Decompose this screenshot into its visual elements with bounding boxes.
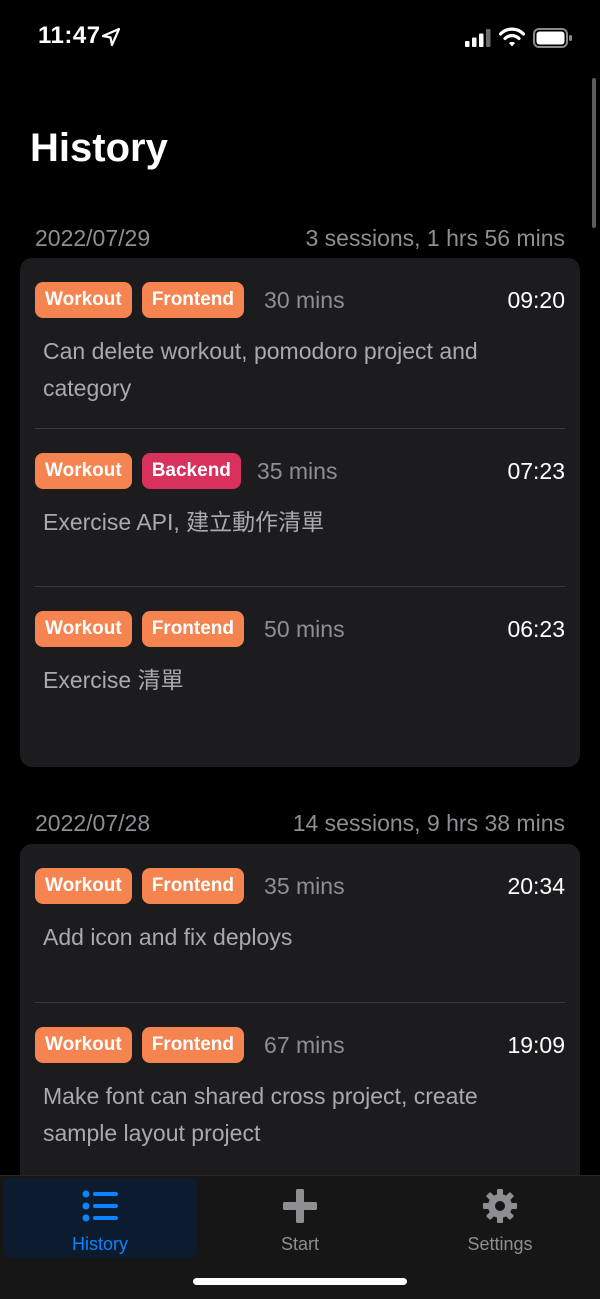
session-time: 20:34 bbox=[507, 873, 565, 899]
session-time: 09:20 bbox=[507, 287, 565, 313]
page-title: History bbox=[30, 126, 168, 170]
project-tag: Workout bbox=[35, 282, 132, 318]
gear-icon bbox=[483, 1189, 517, 1223]
session-header: Workout Backend 35 mins 07:23 bbox=[35, 453, 565, 489]
session-header: Workout Frontend 35 mins 20:34 bbox=[35, 868, 565, 904]
session-row[interactable]: Workout Frontend 35 mins 20:34 Add icon … bbox=[35, 844, 565, 1002]
tab-history[interactable]: History bbox=[3, 1178, 197, 1258]
tab-start[interactable]: Start bbox=[203, 1178, 397, 1258]
session-time: 07:23 bbox=[507, 458, 565, 484]
session-duration: 35 mins bbox=[256, 457, 338, 484]
session-row[interactable]: Workout Frontend 30 mins 09:20 Can delet… bbox=[35, 258, 565, 428]
category-tag: Frontend bbox=[141, 282, 245, 318]
location-arrow-icon bbox=[101, 27, 121, 47]
session-header: Workout Frontend 30 mins 09:20 bbox=[35, 282, 565, 318]
tab-label: Start bbox=[280, 1234, 319, 1254]
session-note: Make font can shared cross project, crea… bbox=[43, 1083, 478, 1146]
list-icon bbox=[82, 1190, 118, 1222]
session-note: Can delete workout, pomodoro project and… bbox=[43, 338, 478, 401]
tab-label: Settings bbox=[467, 1234, 533, 1254]
session-header: Workout Frontend 67 mins 19:09 bbox=[35, 1027, 565, 1063]
session-duration: 30 mins bbox=[264, 286, 345, 313]
plus-icon bbox=[283, 1189, 317, 1223]
day-summary: 3 sessions, 1 hrs 56 mins bbox=[305, 225, 565, 251]
project-tag: Workout bbox=[35, 611, 132, 647]
session-row[interactable]: Workout Backend 35 mins 07:23 Exercise A… bbox=[35, 428, 565, 586]
session-header: Workout Frontend 50 mins 06:23 bbox=[35, 611, 565, 647]
category-tag: Backend bbox=[141, 453, 241, 489]
session-time: 06:23 bbox=[507, 616, 565, 642]
scroll-indicator[interactable] bbox=[592, 78, 596, 228]
tab-label: History bbox=[71, 1234, 128, 1254]
session-row[interactable]: Workout Frontend 50 mins 06:23 Exercise … bbox=[35, 586, 565, 744]
battery-icon bbox=[533, 28, 572, 48]
tab-settings[interactable]: Settings bbox=[403, 1178, 597, 1258]
session-note: Exercise 清單 bbox=[43, 667, 184, 693]
day-header: 2022/07/28 14 sessions, 9 hrs 38 mins bbox=[35, 808, 565, 838]
session-duration: 50 mins bbox=[264, 615, 345, 642]
session-time: 19:09 bbox=[507, 1032, 565, 1058]
status-time: 11:47 bbox=[38, 22, 101, 49]
status-bar: 11:47 bbox=[0, 0, 600, 78]
project-tag: Workout bbox=[35, 868, 132, 904]
day-summary: 14 sessions, 9 hrs 38 mins bbox=[292, 810, 565, 836]
home-indicator[interactable] bbox=[193, 1278, 407, 1285]
session-duration: 67 mins bbox=[264, 1031, 345, 1058]
day-sessions-card: Workout Frontend 35 mins 20:34 Add icon … bbox=[20, 844, 580, 1184]
day-date: 2022/07/29 bbox=[35, 225, 151, 251]
project-tag: Workout bbox=[35, 1027, 132, 1063]
cellular-signal-icon bbox=[465, 29, 491, 47]
category-tag: Frontend bbox=[141, 1027, 245, 1063]
day-date: 2022/07/28 bbox=[35, 810, 151, 836]
day-sessions-card: Workout Frontend 30 mins 09:20 Can delet… bbox=[20, 258, 580, 767]
wifi-icon bbox=[499, 27, 525, 47]
session-note: Exercise API, 建立動作清單 bbox=[43, 509, 325, 535]
day-header: 2022/07/29 3 sessions, 1 hrs 56 mins bbox=[35, 223, 565, 253]
project-tag: Workout bbox=[35, 453, 132, 489]
category-tag: Frontend bbox=[141, 868, 245, 904]
session-row[interactable]: Workout Frontend 67 mins 19:09 Make font… bbox=[35, 1002, 565, 1182]
session-note: Add icon and fix deploys bbox=[43, 924, 293, 950]
category-tag: Frontend bbox=[141, 611, 245, 647]
session-duration: 35 mins bbox=[264, 872, 345, 899]
